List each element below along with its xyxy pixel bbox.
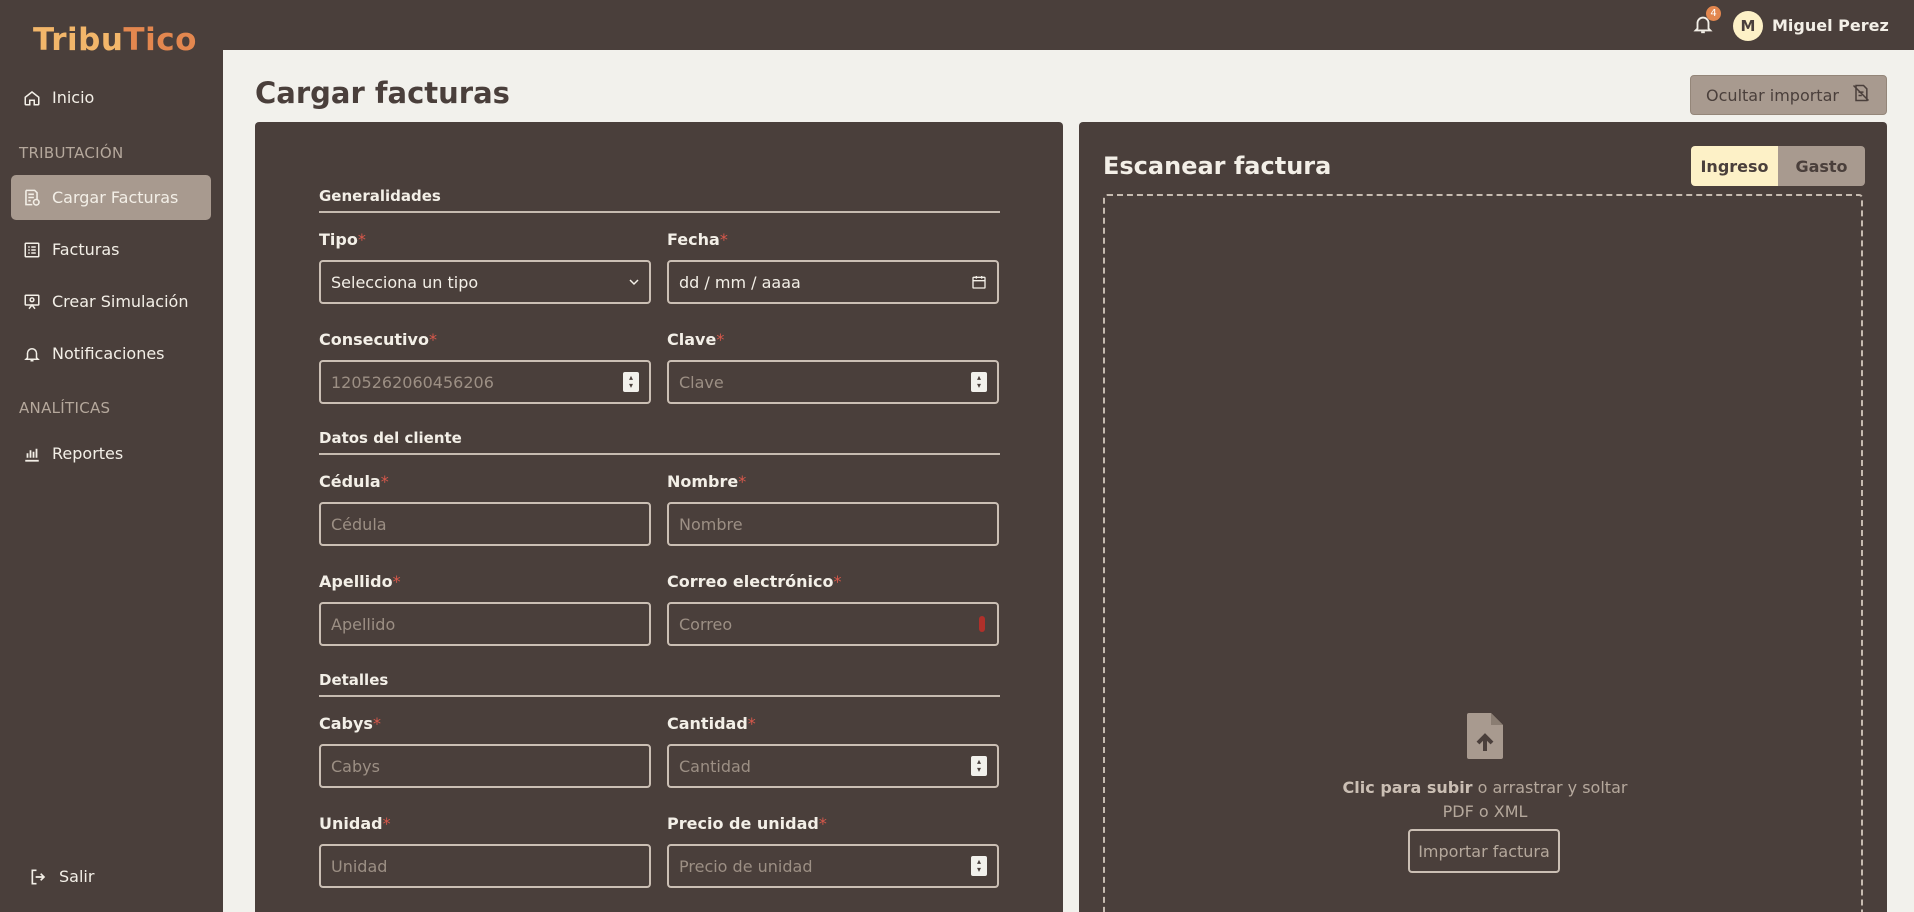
apellido-input[interactable]: Apellido <box>319 602 651 646</box>
tipo-select[interactable]: Selecciona un tipo <box>319 260 651 304</box>
sidebar-item-inicio[interactable]: Inicio <box>11 75 211 120</box>
sidebar-item-label: Notificaciones <box>52 344 165 363</box>
invoice-upload-icon <box>21 187 42 208</box>
nombre-input[interactable]: Nombre <box>667 502 999 546</box>
file-off-icon <box>1851 83 1871 107</box>
upload-click-text[interactable]: Clic para subir <box>1343 778 1473 797</box>
password-manager-icon[interactable] <box>977 615 987 633</box>
group-title-datos-cliente: Datos del cliente <box>319 429 1000 455</box>
cabys-placeholder: Cabys <box>331 756 380 776</box>
sidebar-item-label: Inicio <box>52 88 95 107</box>
upload-drag-text: o arrastrar y soltar <box>1472 778 1628 797</box>
sidebar-item-crear-simulacion[interactable]: Crear Simulación <box>11 279 211 324</box>
logout-button[interactable]: Salir <box>18 854 138 899</box>
simulation-icon <box>21 291 42 312</box>
topbar <box>223 0 1914 50</box>
cedula-label: Cédula* <box>319 472 389 491</box>
number-spinner-icon[interactable]: ▴ ▾ <box>971 756 987 776</box>
toggle-gasto[interactable]: Gasto <box>1778 146 1865 186</box>
tipo-label: Tipo* <box>319 230 366 249</box>
correo-label: Correo electrónico* <box>667 572 842 591</box>
sidebar-item-reportes[interactable]: Reportes <box>11 431 211 476</box>
number-spinner-icon[interactable]: ▴ ▾ <box>623 372 639 392</box>
scan-invoice-panel: Escanear factura Ingreso Gasto Clic para… <box>1079 122 1887 912</box>
chevron-down-icon <box>629 277 639 287</box>
sidebar-item-cargar-facturas[interactable]: Cargar Facturas <box>11 175 211 220</box>
upload-instructions: Clic para subir o arrastrar y soltar PDF… <box>1105 776 1865 824</box>
file-dropzone[interactable]: Clic para subir o arrastrar y soltar PDF… <box>1103 194 1863 912</box>
nombre-placeholder: Nombre <box>679 514 743 534</box>
consecutivo-placeholder: 1205262060456206 <box>331 372 494 392</box>
clave-input[interactable]: Clave ▴ ▾ <box>667 360 999 404</box>
cabys-label: Cabys* <box>319 714 381 733</box>
section-label-analiticas: ANALÍTICAS <box>19 399 111 417</box>
scan-title: Escanear factura <box>1103 152 1332 180</box>
consecutivo-label: Consecutivo* <box>319 330 437 349</box>
invoice-type-toggle: Ingreso Gasto <box>1691 146 1865 186</box>
sidebar-item-label: Crear Simulación <box>52 292 189 311</box>
fecha-label: Fecha* <box>667 230 728 249</box>
home-icon <box>21 87 42 108</box>
unidad-input[interactable]: Unidad <box>319 844 651 888</box>
tipo-selected-value: Selecciona un tipo <box>331 272 479 292</box>
precio-input[interactable]: Precio de unidad ▴ ▾ <box>667 844 999 888</box>
logout-icon <box>28 866 49 887</box>
file-upload-icon <box>1465 711 1505 765</box>
calendar-icon[interactable] <box>971 274 987 290</box>
sidebar-item-facturas[interactable]: Facturas <box>11 227 211 272</box>
fecha-value: dd / mm / aaaa <box>679 272 801 292</box>
section-label-tributacion: TRIBUTACIÓN <box>19 144 124 162</box>
sidebar-item-label: Reportes <box>52 444 124 463</box>
invoice-form-panel: Generalidades Tipo* Selecciona un tipo F… <box>255 122 1063 912</box>
consecutivo-input[interactable]: 1205262060456206 ▴ ▾ <box>319 360 651 404</box>
precio-placeholder: Precio de unidad <box>679 856 813 876</box>
cantidad-placeholder: Cantidad <box>679 756 751 776</box>
logo-part-1: Tribu <box>33 22 124 58</box>
avatar[interactable]: M <box>1733 11 1763 41</box>
unidad-placeholder: Unidad <box>331 856 388 876</box>
sidebar-item-notificaciones[interactable]: Notificaciones <box>11 331 211 376</box>
cabys-input[interactable]: Cabys <box>319 744 651 788</box>
sidebar: TribuTico Inicio TRIBUTACIÓN Cargar Fact… <box>0 0 223 912</box>
number-spinner-icon[interactable]: ▴ ▾ <box>971 372 987 392</box>
cedula-input[interactable]: Cédula <box>319 502 651 546</box>
app-logo[interactable]: TribuTico <box>33 22 197 58</box>
hide-import-button[interactable]: Ocultar importar <box>1690 75 1887 115</box>
group-title-detalles: Detalles <box>319 671 1000 697</box>
upload-formats: PDF o XML <box>1442 802 1528 821</box>
logout-label: Salir <box>59 867 95 886</box>
clave-placeholder: Clave <box>679 372 724 392</box>
cantidad-label: Cantidad* <box>667 714 756 733</box>
correo-placeholder: Correo <box>679 614 733 634</box>
logo-part-2: Tico <box>123 22 197 58</box>
bar-chart-icon <box>21 443 42 464</box>
fecha-input[interactable]: dd / mm / aaaa <box>667 260 999 304</box>
number-spinner-icon[interactable]: ▴ ▾ <box>971 856 987 876</box>
bell-icon <box>21 343 42 364</box>
sidebar-item-label: Cargar Facturas <box>52 188 179 207</box>
cedula-placeholder: Cédula <box>331 514 387 534</box>
clave-label: Clave* <box>667 330 725 349</box>
nombre-label: Nombre* <box>667 472 747 491</box>
main-content: Cargar facturas Ocultar importar General… <box>223 50 1914 912</box>
precio-label: Precio de unidad* <box>667 814 827 833</box>
username[interactable]: Miguel Perez <box>1772 16 1889 35</box>
page-title: Cargar facturas <box>255 76 510 110</box>
apellido-label: Apellido* <box>319 572 401 591</box>
unidad-label: Unidad* <box>319 814 391 833</box>
import-invoice-button[interactable]: Importar factura <box>1408 829 1560 873</box>
cantidad-input[interactable]: Cantidad ▴ ▾ <box>667 744 999 788</box>
apellido-placeholder: Apellido <box>331 614 396 634</box>
hide-import-label: Ocultar importar <box>1706 85 1839 105</box>
group-title-generalidades: Generalidades <box>319 187 1000 213</box>
list-icon <box>21 239 42 260</box>
toggle-ingreso[interactable]: Ingreso <box>1691 146 1778 186</box>
sidebar-item-label: Facturas <box>52 240 120 259</box>
correo-input[interactable]: Correo <box>667 602 999 646</box>
notification-count-badge: 4 <box>1706 6 1721 21</box>
